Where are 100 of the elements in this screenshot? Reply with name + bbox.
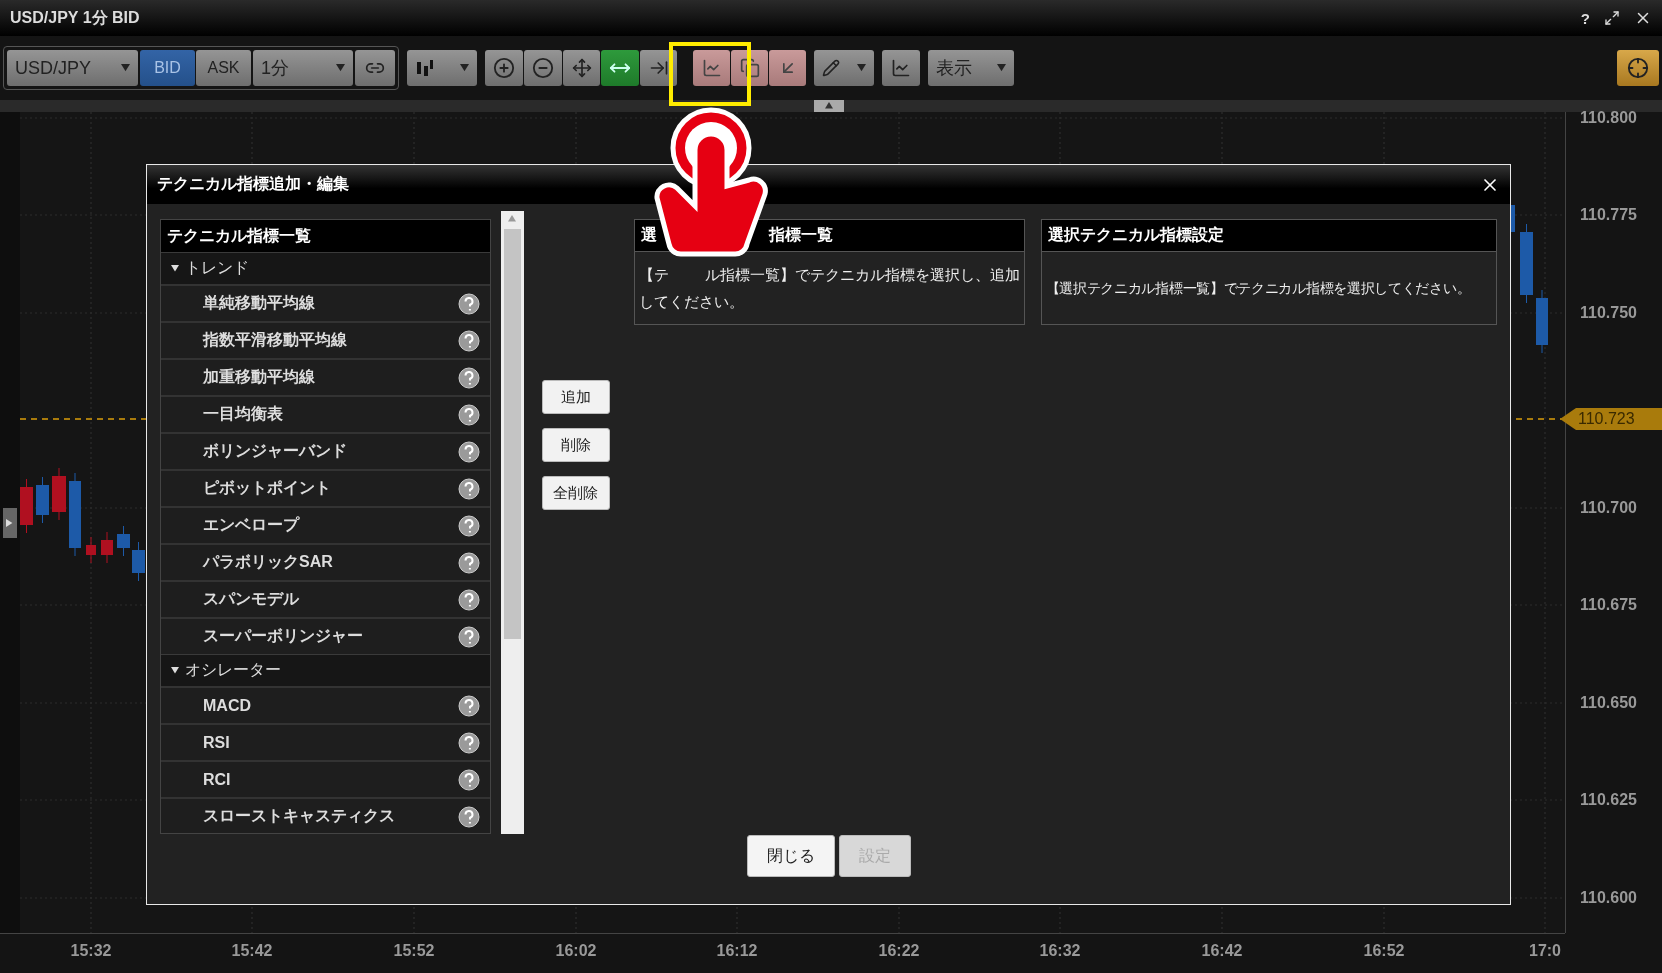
side-tab[interactable]: ASK <box>196 50 251 86</box>
collapse-tab[interactable] <box>814 100 844 112</box>
candlestick <box>132 541 145 582</box>
indicator-item[interactable]: パラボリックSAR <box>161 543 490 580</box>
help-icon <box>457 625 480 648</box>
copy-icon <box>739 58 760 78</box>
price-label: 110.750 <box>1580 304 1637 322</box>
help-icon <box>457 366 480 389</box>
price-label: 110.800 <box>1580 109 1637 127</box>
time-label: 15:42 <box>231 942 273 960</box>
list-header: テクニカル指標一覧 <box>161 220 490 252</box>
expand-tab[interactable] <box>3 507 17 538</box>
indicator-item[interactable]: RCI <box>161 760 490 797</box>
time-label: 17:0 <box>1529 942 1561 960</box>
help-icon <box>457 551 480 574</box>
indicator-item[interactable]: 加重移動平均線 <box>161 358 490 395</box>
candlestick <box>1536 289 1548 354</box>
help-icon <box>457 477 480 500</box>
maximize-icon[interactable] <box>1604 10 1620 26</box>
help-icon <box>457 403 480 426</box>
indicator-item[interactable]: スパンモデル <box>161 580 490 617</box>
tool-button[interactable] <box>601 50 639 86</box>
price-label: 110.625 <box>1580 791 1637 809</box>
price-label: 110.600 <box>1580 889 1637 907</box>
candlestick <box>20 478 33 534</box>
tool-button[interactable] <box>524 50 562 86</box>
price-label: 110.650 <box>1580 694 1637 712</box>
category-row[interactable]: オシレーター <box>161 654 490 686</box>
time-label: 16:12 <box>716 942 758 960</box>
instruction-text: ル指標一覧】でテクニカル指標を選択し、追加 <box>704 265 1020 285</box>
side-tab[interactable]: BID <box>140 50 195 86</box>
footer-button[interactable]: 閉じる <box>746 835 835 877</box>
help-icon <box>457 514 480 537</box>
indicator-item[interactable]: エンベロープ <box>161 506 490 543</box>
action-button[interactable]: 削除 <box>541 428 610 462</box>
link-button[interactable] <box>355 50 395 86</box>
time-label: 16:32 <box>1039 942 1081 960</box>
caret-icon <box>460 63 469 73</box>
pencil-icon <box>822 59 840 77</box>
candlestick <box>101 531 113 564</box>
indicator-item[interactable]: 一目均衡表 <box>161 395 490 432</box>
right-caret-icon <box>6 518 14 527</box>
help-button[interactable]: ? <box>1580 9 1590 27</box>
indicator-item[interactable]: MACD <box>161 686 490 723</box>
indicator-item[interactable]: ピボットポイント <box>161 469 490 506</box>
time-label: 16:02 <box>555 942 597 960</box>
candlestick-icon <box>415 58 435 78</box>
instruction-text: してください。 <box>638 292 744 312</box>
price-label: 110.775 <box>1580 206 1637 224</box>
help-icon <box>457 329 480 352</box>
panel-title: 選択テクニカル指標設定 <box>1047 225 1224 245</box>
dialog-title: テクニカル指標追加・編集 <box>157 174 349 194</box>
zoom-in-icon <box>493 57 515 79</box>
candlestick <box>117 525 130 557</box>
symbol-dropdown[interactable]: USD/JPY <box>7 50 138 86</box>
candlestick <box>36 476 49 524</box>
window-title: USD/JPY 1分 BID <box>10 7 140 28</box>
action-button[interactable]: 追加 <box>541 380 610 414</box>
scroll-end-icon <box>648 58 669 78</box>
help-icon <box>457 292 480 315</box>
help-icon <box>457 694 480 717</box>
chart-type-dropdown[interactable] <box>407 50 477 86</box>
up-caret-icon <box>825 102 833 110</box>
view-dropdown[interactable]: 表示 <box>928 50 1014 86</box>
crosshair-button[interactable] <box>1617 50 1659 86</box>
indicator-item[interactable]: スーパーボリンジャー <box>161 617 490 654</box>
action-button[interactable]: 全削除 <box>541 476 610 510</box>
candlestick <box>52 467 66 521</box>
indicator-item[interactable]: 指数平滑移動平均線 <box>161 321 490 358</box>
instruction-text: 【選択テクニカル指標一覧】でテクニカル指標を選択してください。 <box>1045 278 1472 298</box>
category-row[interactable]: トレンド <box>161 252 490 284</box>
indicator-item[interactable]: RSI <box>161 723 490 760</box>
window-button[interactable] <box>882 50 920 86</box>
time-label: 16:52 <box>1363 942 1405 960</box>
panel-title: 選 <box>640 225 657 245</box>
chart-add-icon <box>701 58 722 78</box>
time-label: 16:22 <box>878 942 920 960</box>
help-icon <box>457 440 480 463</box>
price-label: 110.675 <box>1580 596 1637 614</box>
chart-window-icon <box>891 58 911 78</box>
tool-button[interactable] <box>485 50 523 86</box>
panel-title: 指標一覧 <box>768 225 833 245</box>
scrollbar[interactable] <box>500 211 524 834</box>
expand-caret-icon <box>171 264 179 273</box>
time-label: 15:32 <box>70 942 112 960</box>
interval-dropdown[interactable]: 1分 <box>253 50 353 86</box>
tool-button[interactable] <box>563 50 600 86</box>
indicator-item[interactable]: 単純移動平均線 <box>161 284 490 321</box>
indicator-item[interactable]: スローストキャスティクス <box>161 797 490 833</box>
price-label: 110.700 <box>1580 499 1637 517</box>
caret-icon <box>857 63 866 73</box>
time-label: 16:42 <box>1201 942 1243 960</box>
scroll-up-icon <box>508 215 517 223</box>
help-icon <box>457 731 480 754</box>
indicator-item[interactable]: ボリンジャーバンド <box>161 432 490 469</box>
time-label: 15:52 <box>393 942 435 960</box>
caret-icon <box>997 63 1006 73</box>
expand-caret-icon <box>171 666 179 675</box>
caret-icon <box>336 63 345 73</box>
drawing-tool-dropdown[interactable] <box>814 50 874 86</box>
